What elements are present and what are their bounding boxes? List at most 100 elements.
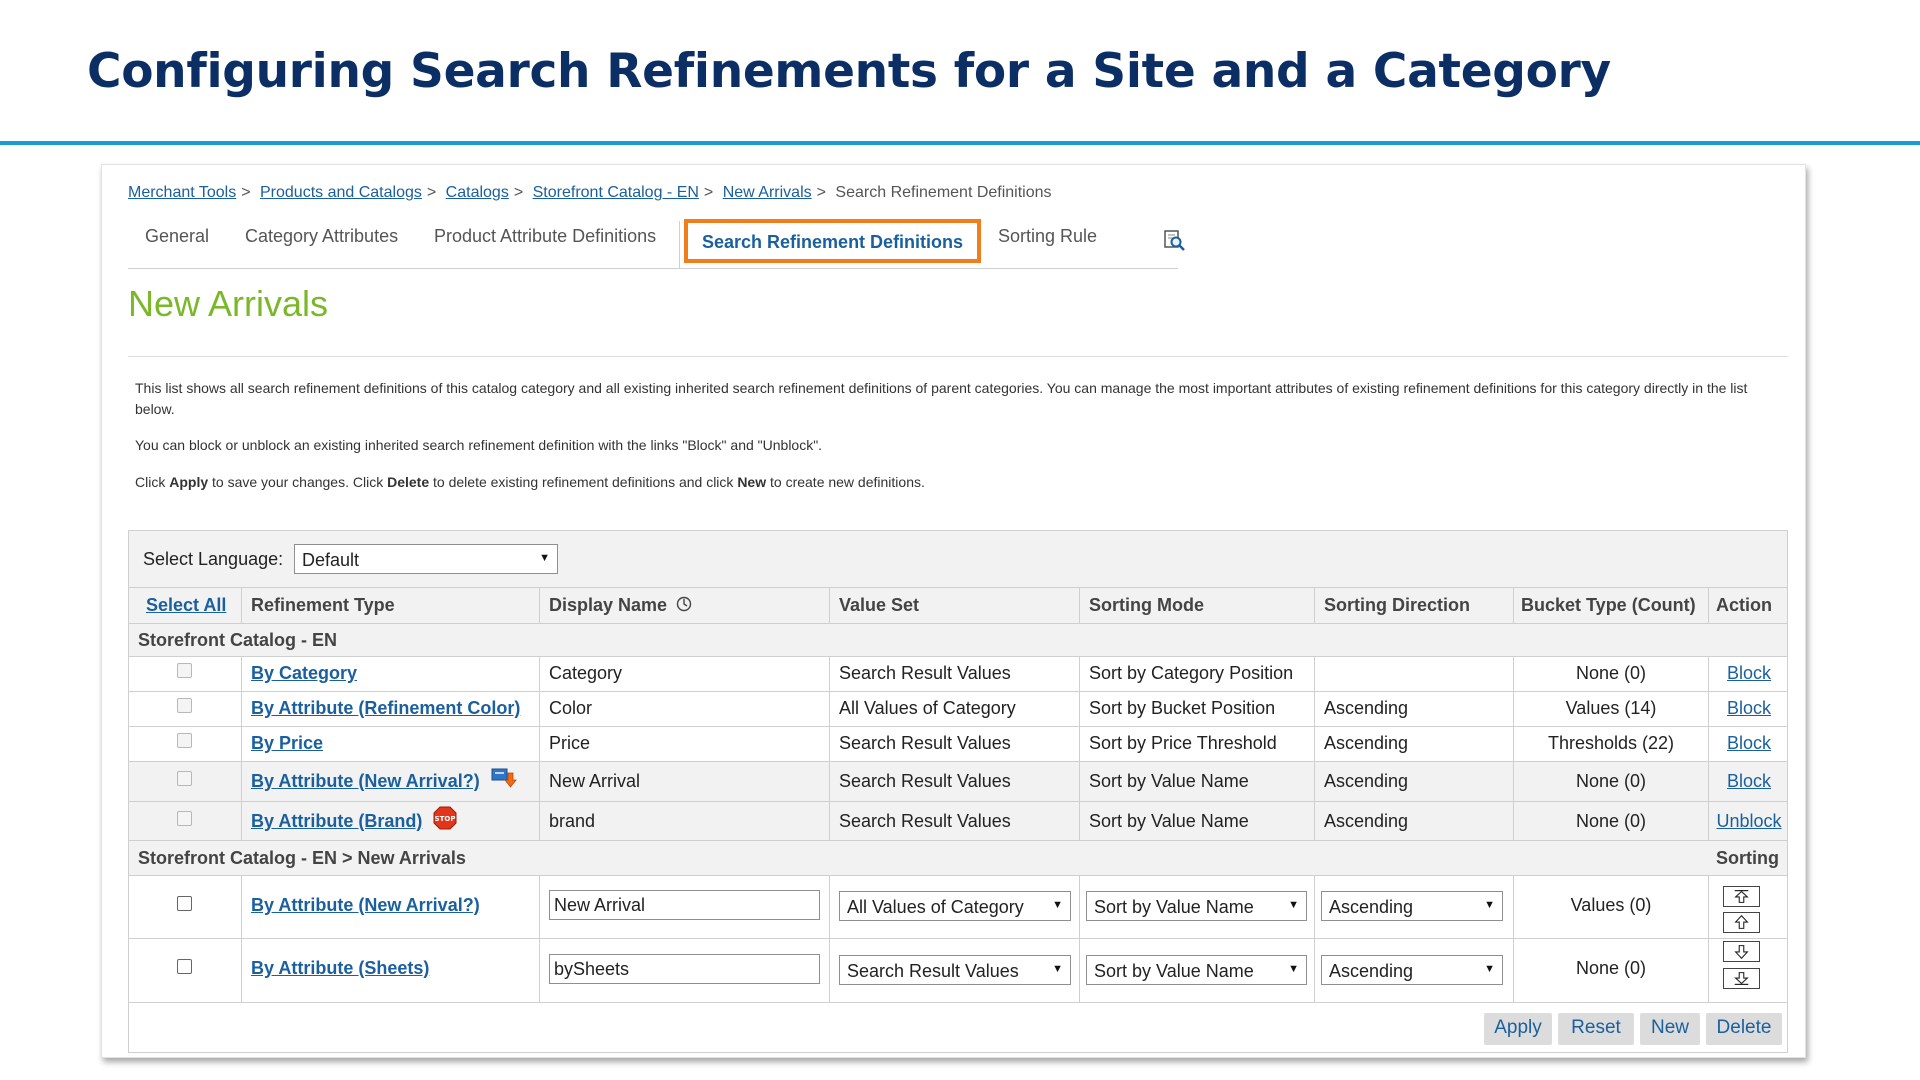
intro-text: to delete existing refinement definition… [429, 474, 738, 490]
intro-text: to create new definitions. [766, 474, 925, 490]
row-checkbox[interactable] [177, 896, 192, 911]
move-down-icon[interactable] [1723, 941, 1760, 962]
value-set-value: Search Result Values [839, 733, 1011, 753]
header-refinement-type: Refinement Type [251, 595, 395, 615]
sorting-mode-value: Sort by Bucket Position [1089, 698, 1276, 718]
value-set-select[interactable]: All Values of Category ▼ [839, 891, 1071, 921]
preview-search-icon[interactable] [1163, 229, 1185, 251]
group-row-local: Storefront Catalog - EN > New Arrivals S… [129, 840, 1787, 875]
tab-general[interactable]: General [145, 217, 209, 267]
display-name-value: brand [549, 811, 596, 831]
intro-apply-emphasis: Apply [169, 474, 209, 490]
header-value-set: Value Set [839, 595, 920, 615]
breadcrumb-storefront-catalog[interactable]: Storefront Catalog - EN [533, 184, 699, 201]
unblock-link[interactable]: Unblock [1709, 811, 1789, 832]
stop-icon: STOP [433, 806, 457, 830]
refinement-type-link[interactable]: By Attribute (New Arrival?) [251, 771, 480, 792]
table-row: By Price Price Search Result Values Sort… [129, 726, 1787, 761]
sorting-direction-value: Ascending [1324, 811, 1409, 831]
intro-paragraph-3: Click Apply to save your changes. Click … [135, 472, 1755, 493]
intro-paragraph-1: This list shows all search refinement de… [135, 380, 1748, 417]
move-bottom-icon[interactable] [1723, 968, 1760, 989]
refinement-type-link[interactable]: By Attribute (New Arrival?) [251, 895, 480, 916]
move-top-icon[interactable] [1723, 886, 1760, 907]
display-name-value: Color [549, 698, 593, 718]
stop-icon-text: STOP [435, 815, 456, 823]
page-heading: New Arrivals [128, 283, 329, 324]
bucket-type-value: None (0) [1575, 663, 1647, 683]
sorting-direction-select-value: Ascending [1329, 897, 1414, 917]
new-button[interactable]: New [1640, 1013, 1700, 1045]
display-name-input[interactable]: New Arrival [549, 890, 820, 920]
table-row: By Attribute (Brand) STOP brand Search R… [129, 801, 1787, 840]
move-up-icon[interactable] [1723, 912, 1760, 933]
group-row-inherited: Storefront Catalog - EN [129, 623, 1787, 656]
language-label: Select Language: [143, 549, 284, 569]
block-link[interactable]: Block [1709, 663, 1789, 684]
refinement-type-link[interactable]: By Attribute (Brand) [251, 811, 422, 832]
sorting-direction-select-value: Ascending [1329, 961, 1414, 981]
block-link[interactable]: Block [1709, 733, 1789, 754]
breadcrumb: Merchant Tools > Products and Catalogs > C… [128, 184, 1052, 202]
language-bar: Select Language: Default ▼ [129, 531, 1787, 587]
breadcrumb-merchant-tools[interactable]: Merchant Tools [128, 184, 236, 201]
tab-product-attribute-definitions[interactable]: Product Attribute Definitions [434, 217, 656, 267]
refinement-type-link[interactable]: By Attribute (Sheets) [251, 958, 429, 979]
value-set-value: Search Result Values [839, 663, 1011, 683]
table-row: By Attribute (Refinement Color) Color Al… [129, 691, 1787, 726]
row-checkbox [177, 811, 192, 826]
table-row: By Category Category Search Result Value… [129, 656, 1787, 691]
row-checkbox [177, 771, 192, 786]
localized-globe-icon [676, 596, 692, 612]
tab-sorting-rule[interactable]: Sorting Rule [998, 217, 1097, 267]
value-set-select-value: Search Result Values [847, 961, 1019, 981]
block-link[interactable]: Block [1709, 771, 1789, 792]
delete-button[interactable]: Delete [1706, 1013, 1782, 1045]
chevron-down-icon: ▼ [1484, 963, 1495, 975]
breadcrumb-new-arrivals[interactable]: New Arrivals [723, 184, 812, 201]
refinement-type-link[interactable]: By Attribute (Refinement Color) [251, 698, 520, 719]
value-set-value: Search Result Values [839, 771, 1011, 791]
overridden-icon [491, 768, 517, 788]
block-link[interactable]: Block [1709, 698, 1789, 719]
sorting-mode-select[interactable]: Sort by Value Name ▼ [1086, 891, 1307, 921]
language-select[interactable]: Default ▼ [294, 544, 558, 574]
sorting-direction-select[interactable]: Ascending ▼ [1321, 891, 1503, 921]
breadcrumb-separator: > [426, 184, 437, 201]
row-checkbox [177, 733, 192, 748]
chevron-down-icon: ▼ [1288, 963, 1299, 975]
breadcrumb-products-and-catalogs[interactable]: Products and Catalogs [260, 184, 422, 201]
grid-header-row: Select All Refinement Type Display Name … [129, 587, 1787, 623]
group-label-local: Storefront Catalog - EN > New Arrivals [138, 848, 466, 868]
screenshot-panel: Merchant Tools > Products and Catalogs > C… [101, 164, 1806, 1058]
header-display-name: Display Name [549, 595, 692, 616]
title-divider [0, 141, 1920, 145]
breadcrumb-catalogs[interactable]: Catalogs [446, 184, 509, 201]
sorting-direction-value: Ascending [1324, 698, 1409, 718]
bucket-type-value: None (0) [1575, 958, 1647, 978]
sorting-mode-select[interactable]: Sort by Value Name ▼ [1086, 955, 1307, 985]
header-bucket-type: Bucket Type (Count) [1521, 595, 1696, 615]
chevron-down-icon: ▼ [1052, 899, 1063, 911]
tab-category-attributes[interactable]: Category Attributes [245, 217, 398, 267]
chevron-down-icon: ▼ [539, 552, 550, 564]
refinement-type-link[interactable]: By Category [251, 663, 357, 684]
group-label-inherited: Storefront Catalog - EN [138, 630, 338, 650]
sorting-direction-value: Ascending [1324, 771, 1409, 791]
sorting-mode-select-value: Sort by Value Name [1094, 961, 1254, 981]
select-all-link[interactable]: Select All [146, 595, 226, 616]
apply-button[interactable]: Apply [1484, 1013, 1552, 1045]
display-name-value: Price [549, 733, 591, 753]
refinement-type-link[interactable]: By Price [251, 733, 323, 754]
sorting-mode-value: Sort by Value Name [1089, 771, 1249, 791]
sorting-mode-value: Sort by Value Name [1089, 811, 1249, 831]
header-sorting-direction: Sorting Direction [1324, 595, 1471, 615]
display-name-input[interactable]: bySheets [549, 954, 820, 984]
value-set-select[interactable]: Search Result Values ▼ [839, 955, 1071, 985]
row-checkbox[interactable] [177, 959, 192, 974]
breadcrumb-separator: > [513, 184, 524, 201]
sorting-direction-select[interactable]: Ascending ▼ [1321, 955, 1503, 985]
tab-search-refinement-definitions[interactable]: Search Refinement Definitions [684, 219, 982, 263]
value-set-value: All Values of Category [839, 698, 1016, 718]
reset-button[interactable]: Reset [1558, 1013, 1634, 1045]
